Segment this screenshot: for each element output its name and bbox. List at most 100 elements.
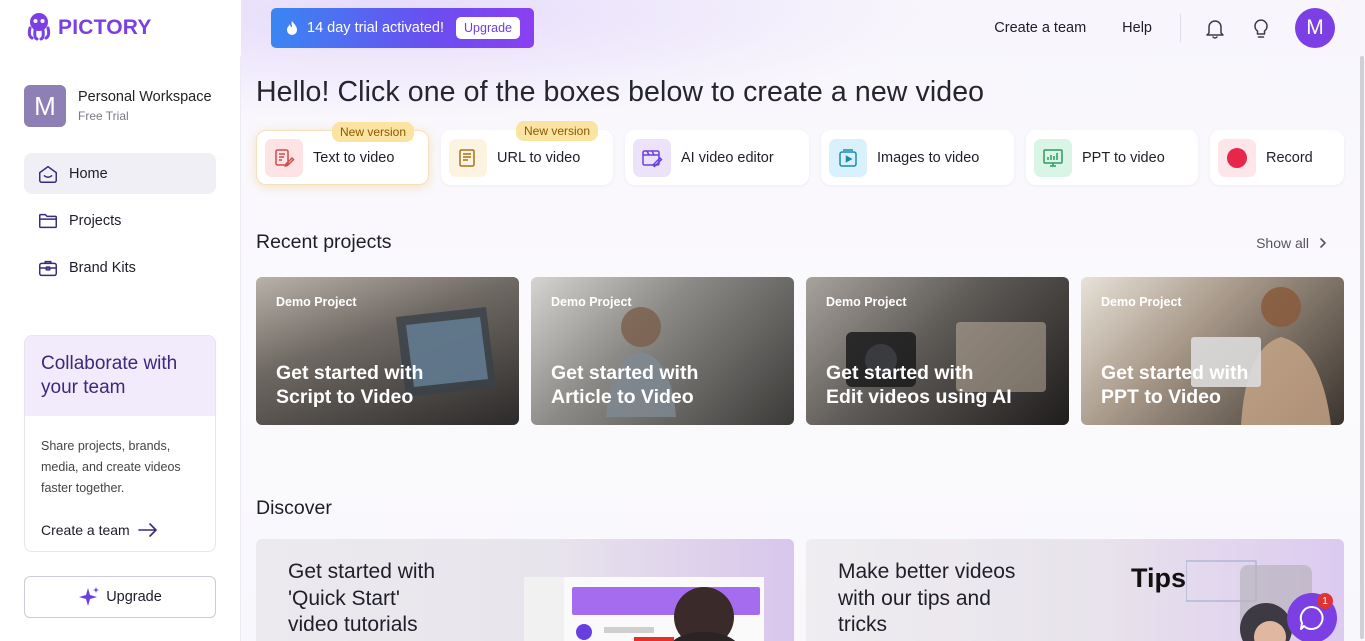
collaborate-title-line: Collaborate with: [41, 353, 178, 374]
project-title-line: Script to Video: [276, 386, 414, 408]
sidebar-item-label: Home: [69, 165, 108, 182]
record-icon: [1218, 138, 1256, 177]
show-all-link[interactable]: Show all: [1256, 235, 1327, 251]
new-version-badge: New version: [332, 122, 415, 142]
collaborate-title: Collaborate with your team: [25, 336, 215, 416]
project-title-line: Get started with: [276, 362, 424, 384]
octopus-logo-icon: [24, 11, 54, 46]
sidebar-upgrade-label: Upgrade: [106, 589, 162, 605]
vertical-scrollbar[interactable]: [1360, 56, 1364, 639]
project-tag: Demo Project: [276, 295, 357, 309]
top-navigation: Create a team Help M: [994, 8, 1365, 48]
url-document-icon: [449, 138, 487, 177]
recent-projects-title: Recent projects: [256, 231, 392, 253]
project-tag: Demo Project: [551, 295, 632, 309]
create-ai-video-editor[interactable]: AI video editor: [625, 130, 809, 185]
trial-upgrade-button[interactable]: Upgrade: [456, 17, 520, 39]
sidebar-nav: Home Projects Brand Kits: [24, 153, 216, 294]
page-headline: Hello! Click one of the boxes below to c…: [256, 76, 985, 108]
chevron-right-icon: [1320, 238, 1326, 248]
project-card-script-to-video[interactable]: Demo Project Get started with Script to …: [256, 277, 519, 425]
discover-card-line: with our tips and: [838, 586, 991, 610]
project-title-line: Get started with: [1101, 362, 1249, 384]
workspace-switcher[interactable]: M Personal Workspace Free Trial: [24, 85, 212, 127]
create-images-to-video[interactable]: Images to video: [821, 130, 1014, 185]
home-icon: [39, 165, 57, 183]
discover-card-tips[interactable]: Make better videos with our tips and tri…: [806, 539, 1344, 641]
discover-card-text: Get started with 'Quick Start' video tut…: [288, 559, 435, 639]
help-nav-link[interactable]: Help: [1122, 20, 1152, 36]
create-record[interactable]: Record: [1210, 130, 1344, 185]
project-tag: Demo Project: [826, 295, 907, 309]
collaborate-description-line: faster together.: [41, 481, 125, 495]
briefcase-icon: [39, 260, 57, 276]
create-team-link[interactable]: Create a team: [41, 522, 158, 538]
collaborate-description-line: Share projects, brands,: [41, 439, 171, 453]
user-avatar[interactable]: M: [1295, 8, 1335, 48]
sidebar-item-label: Brand Kits: [69, 259, 136, 276]
project-title-line: Edit videos using AI: [826, 386, 1012, 408]
arrow-right-icon: [137, 523, 157, 537]
fire-icon: [287, 21, 297, 35]
create-url-to-video[interactable]: URL to video New version: [441, 121, 613, 185]
images-video-icon: [829, 138, 867, 177]
create-team-link-label: Create a team: [41, 522, 130, 538]
discover-card-line: Make better videos: [838, 560, 1016, 583]
project-card-ppt-to-video[interactable]: Demo Project Get started with PPT to Vid…: [1081, 277, 1344, 425]
project-tag: Demo Project: [1101, 295, 1182, 309]
project-title: Get started with Script to Video: [276, 361, 423, 409]
project-card-article-to-video[interactable]: Demo Project Get started with Article to…: [531, 277, 794, 425]
discover-card-line: video tutorials: [288, 613, 418, 636]
lightbulb-icon[interactable]: [1249, 16, 1273, 40]
collaborate-title-line: your team: [41, 377, 126, 398]
create-option-label: AI video editor: [681, 149, 774, 166]
show-all-label: Show all: [1256, 235, 1309, 251]
create-option-label: Record: [1266, 149, 1313, 166]
sidebar-item-brand-kits[interactable]: Brand Kits: [24, 247, 216, 288]
brand-logo[interactable]: PICTORY: [24, 12, 152, 44]
discover-card-text: Make better videos with our tips and tri…: [838, 559, 1015, 639]
sidebar-upgrade-button[interactable]: Upgrade: [24, 576, 216, 618]
sidebar: PICTORY M Personal Workspace Free Trial …: [0, 0, 241, 641]
project-title-line: Article to Video: [551, 386, 694, 408]
text-video-icon: [265, 138, 303, 177]
collaborate-description-line: media, and create videos: [41, 460, 181, 474]
ppt-chart-icon: [1034, 138, 1072, 177]
sparkle-icon: [79, 587, 100, 606]
workspace-avatar: M: [24, 85, 66, 127]
create-option-label: Text to video: [313, 149, 395, 166]
collaborate-card: Collaborate with your team Share project…: [24, 335, 216, 552]
project-card-edit-videos-ai[interactable]: Demo Project Get started with Edit video…: [806, 277, 1069, 425]
create-option-label: URL to video: [497, 149, 581, 166]
new-version-badge: New version: [516, 121, 599, 141]
project-title-line: Get started with: [826, 362, 974, 384]
project-title-line: Get started with: [551, 362, 699, 384]
discover-title: Discover: [256, 497, 332, 519]
folder-icon: [39, 213, 57, 228]
create-ppt-to-video[interactable]: PPT to video: [1026, 130, 1198, 185]
ai-editor-icon: [633, 138, 671, 177]
create-option-label: PPT to video: [1082, 149, 1165, 166]
trial-banner: 14 day trial activated! Upgrade: [271, 8, 534, 48]
project-title: Get started with Article to Video: [551, 361, 698, 409]
bell-icon[interactable]: [1203, 16, 1227, 40]
sidebar-item-home[interactable]: Home: [24, 153, 216, 194]
sidebar-item-projects[interactable]: Projects: [24, 200, 216, 241]
project-title-line: PPT to Video: [1101, 386, 1221, 408]
main-content: 14 day trial activated! Upgrade Create a…: [241, 0, 1365, 641]
tutorial-screenshot-thumbnail: [524, 577, 764, 641]
trial-text: 14 day trial activated!: [307, 20, 445, 36]
nav-divider: [1180, 14, 1181, 42]
project-title: Get started with PPT to Video: [1101, 361, 1248, 409]
discover-card-line: 'Quick Start': [288, 586, 400, 610]
chat-notification-badge: 1: [1317, 593, 1333, 609]
workspace-name: Personal Workspace: [78, 89, 212, 105]
create-text-to-video[interactable]: Text to video New version: [256, 122, 429, 185]
discover-card-line: tricks: [838, 613, 887, 636]
project-title: Get started with Edit videos using AI: [826, 361, 1012, 409]
discover-card-quick-start[interactable]: Get started with 'Quick Start' video tut…: [256, 539, 794, 641]
create-option-label: Images to video: [877, 149, 980, 166]
tips-overlay-label: Tips: [1131, 563, 1187, 593]
create-team-nav-link[interactable]: Create a team: [994, 20, 1086, 36]
collaborate-description: Share projects, brands, media, and creat…: [25, 416, 215, 499]
